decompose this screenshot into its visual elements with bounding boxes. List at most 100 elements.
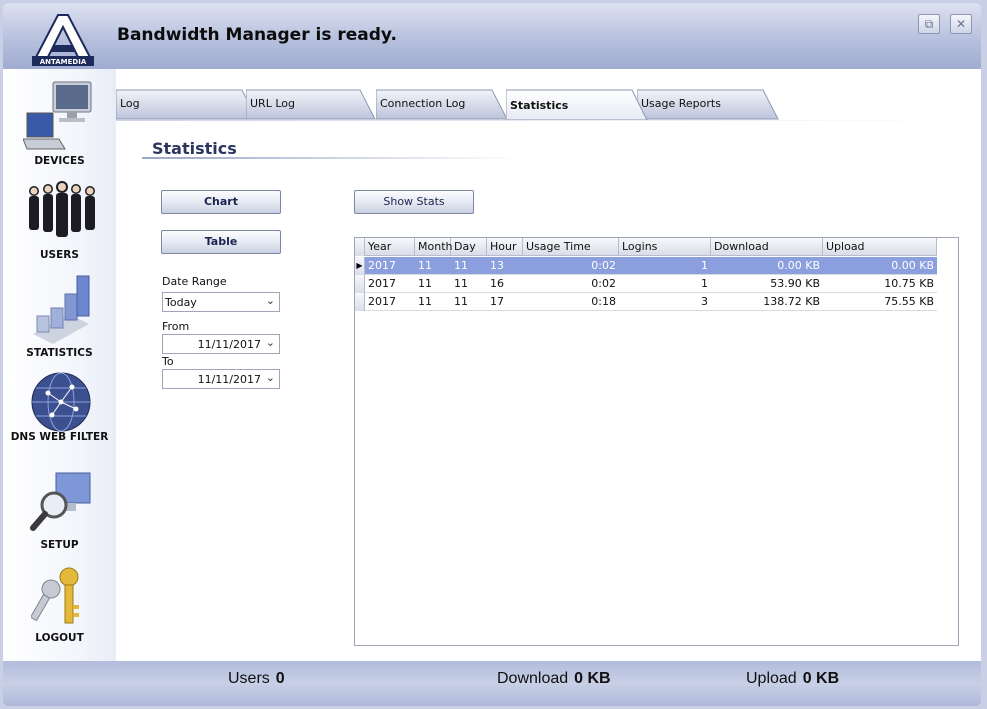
antamedia-logo: ANTAMEDIA [28,11,98,67]
sidebar-item-label: DEVICES [34,155,85,167]
cell-year: 2017 [368,277,396,290]
cell-usage-time: 0:02 [591,259,616,272]
status-message: Bandwidth Manager is ready. [117,25,397,45]
date-range-value: Today [165,296,197,309]
cell-usage-time: 0:02 [591,277,616,290]
statistics-icon [33,275,90,344]
cell-month: 11 [418,295,432,308]
from-label: From [162,320,190,333]
close-icon: ✕ [955,17,967,31]
tab-usage-reports[interactable]: Usage Reports [637,89,779,120]
header-corner [355,238,365,256]
cell-year: 2017 [368,259,396,272]
sidebar-item-dns-web-filter[interactable]: DNS WEB FILTER [3,369,116,449]
tab-log[interactable]: Log [116,89,258,120]
column-header-usage-time[interactable]: Usage Time [523,238,619,256]
show-stats-button[interactable]: Show Stats [354,190,474,214]
sidebar-item-statistics[interactable]: STATISTICS [3,272,116,362]
chevron-down-icon: ⌄ [265,371,275,384]
sidebar: DEVICES USERS STATISTICS DNS WEB FILTER … [3,69,116,661]
cell-month: 11 [418,259,432,272]
tab-label: Usage Reports [641,97,721,110]
cell-day: 11 [454,295,468,308]
upload-value: 0 KB [802,670,840,687]
column-header-download[interactable]: Download [711,238,823,256]
keys-icon [31,567,79,624]
from-date-value: 11/11/2017 [197,338,261,351]
column-header-month[interactable]: Month [415,238,452,256]
statistics-table[interactable]: Year Month Day Hour Usage Time Logins Do… [354,237,959,646]
column-header-day[interactable]: Day [451,238,487,256]
table-button[interactable]: Table [161,230,281,254]
users-label: Users [228,670,270,687]
devices-icon [23,81,92,150]
table-row[interactable]: 2017 11 11 17 0:18 3 138.72 KB 75.55 KB [355,293,937,311]
app-window: ANTAMEDIA Bandwidth Manager is ready. ⧉ … [0,0,987,709]
column-header-upload[interactable]: Upload [823,238,937,256]
cell-download: 138.72 KB [763,295,820,308]
tab-strip: Log URL Log Connection Log Usage Reports… [116,89,981,121]
close-window-button[interactable]: ✕ [950,14,972,34]
to-label: To [162,355,174,368]
column-header-year[interactable]: Year [365,238,415,256]
tab-url-log[interactable]: URL Log [246,89,376,120]
cell-upload: 75.55 KB [884,295,934,308]
cell-logins: 3 [701,295,708,308]
table-row[interactable]: ▶ 2017 11 11 13 0:02 1 0.00 KB 0.00 KB [355,257,937,275]
sidebar-item-label: STATISTICS [26,347,93,359]
tab-label: Log [120,97,140,110]
upload-stat: Upload 0 KB [746,670,839,688]
from-date-picker[interactable]: 11/11/2017 ⌄ [162,334,280,354]
download-stat: Download 0 KB [497,670,611,688]
table-row[interactable]: 2017 11 11 16 0:02 1 53.90 KB 10.75 KB [355,275,937,293]
setup-magnifier-icon [30,472,91,531]
globe-network-icon [31,372,91,432]
sidebar-item-label: SETUP [40,539,79,551]
main-panel: Log URL Log Connection Log Usage Reports… [116,69,981,661]
users-stat: Users 0 [228,670,285,688]
header-bar: ANTAMEDIA Bandwidth Manager is ready. ⧉ … [3,3,981,69]
users-value: 0 [275,670,285,687]
cell-upload: 0.00 KB [891,259,934,272]
sidebar-item-label: USERS [40,249,79,261]
cell-logins: 1 [701,259,708,272]
row-indicator [355,275,365,293]
cell-hour: 16 [490,277,504,290]
restore-window-button[interactable]: ⧉ [918,14,940,34]
sidebar-item-logout[interactable]: LOGOUT [3,563,116,647]
sidebar-item-devices[interactable]: DEVICES [3,77,116,171]
chart-button[interactable]: Chart [161,190,281,214]
tab-label: Statistics [510,99,569,112]
cell-download: 53.90 KB [770,277,820,290]
cell-month: 11 [418,277,432,290]
tab-label: Connection Log [380,97,466,110]
sidebar-item-label: LOGOUT [35,632,84,644]
sidebar-item-users[interactable]: USERS [3,179,116,269]
tab-statistics[interactable]: Statistics [506,89,648,121]
table-header: Year Month Day Hour Usage Time Logins Do… [355,238,937,256]
cell-logins: 1 [701,277,708,290]
cell-upload: 10.75 KB [884,277,934,290]
chevron-down-icon: ⌄ [265,294,275,307]
title-divider [142,157,522,159]
row-indicator [355,293,365,311]
cell-usage-time: 0:18 [591,295,616,308]
status-footer: Users 0 Download 0 KB Upload 0 KB [3,661,981,706]
restore-icon: ⧉ [924,17,934,31]
sidebar-item-setup[interactable]: SETUP [3,469,116,555]
logo-text: ANTAMEDIA [40,58,87,66]
to-date-picker[interactable]: 11/11/2017 ⌄ [162,369,280,389]
chevron-down-icon: ⌄ [265,336,275,349]
column-header-logins[interactable]: Logins [619,238,711,256]
users-icon [29,181,95,237]
page-title: Statistics [152,139,237,158]
cell-hour: 13 [490,259,504,272]
cell-day: 11 [454,259,468,272]
tab-connection-log[interactable]: Connection Log [376,89,508,120]
date-range-select[interactable]: Today ⌄ [162,292,280,312]
tab-divider [116,120,981,121]
column-header-hour[interactable]: Hour [487,238,523,256]
download-value: 0 KB [574,670,611,687]
upload-label: Upload [746,670,797,687]
sidebar-item-label: DNS WEB FILTER [10,431,109,443]
